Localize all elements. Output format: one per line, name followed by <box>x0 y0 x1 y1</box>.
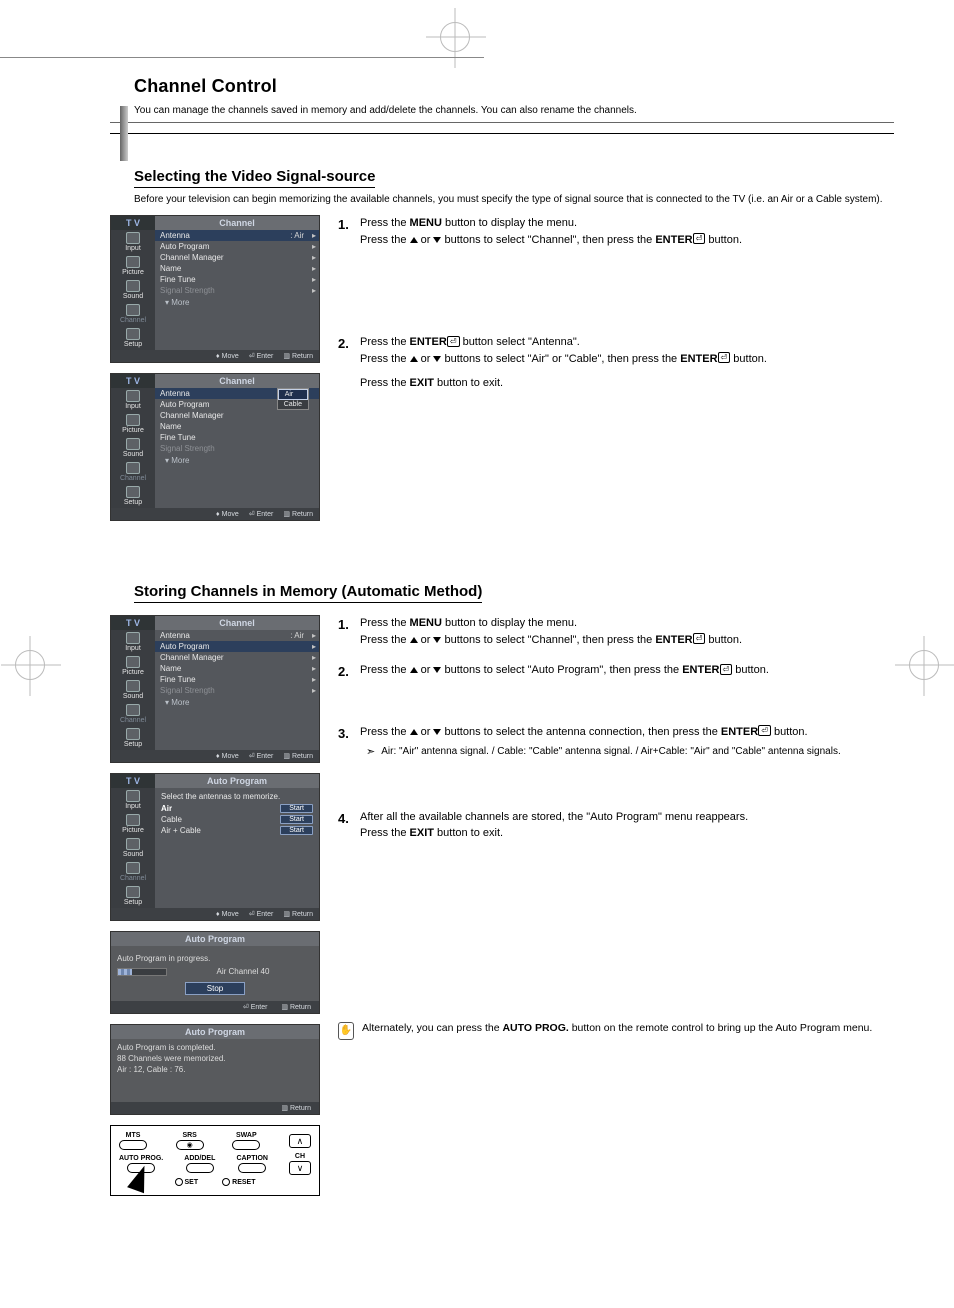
subhead-auto-method: Storing Channels in Memory (Automatic Me… <box>134 583 482 603</box>
step-b3: 3. Press the or buttons to select the an… <box>338 724 894 761</box>
osd-sidebar: Input Picture Sound Channel Setup <box>111 230 155 350</box>
enter-icon: ⏎ <box>693 233 706 244</box>
crop-mark-top <box>440 22 470 52</box>
osd-title: Channel <box>155 216 319 230</box>
stop-button[interactable]: Stop <box>185 982 245 995</box>
osd-autoprog-progress: Auto Program Auto Program in progress. A… <box>110 931 320 1014</box>
subhead-signal-source: Selecting the Video Signal-source <box>134 168 375 188</box>
start-button[interactable]: Start <box>280 804 313 813</box>
subhead-note: Before your television can begin memoriz… <box>134 194 894 205</box>
step-b1: 1. Press the MENU button to display the … <box>338 615 894 648</box>
page-note: You can manage the channels saved in mem… <box>134 105 894 116</box>
note-icon: ➣ <box>366 744 375 761</box>
top-rule <box>0 57 484 58</box>
page-title: Channel Control <box>134 76 894 97</box>
osd-antenna-dropdown: T VChannel Input Picture Sound Channel S… <box>110 373 320 521</box>
note-text: Air: "Air" antenna signal. / Cable: "Cab… <box>381 744 841 761</box>
osd-autoprog-select: T VAuto Program Input Picture Sound Chan… <box>110 773 320 921</box>
osd-tv-label: T V <box>111 216 155 230</box>
ch-down-button[interactable]: ∨ <box>289 1161 311 1175</box>
step-b4: 4. After all the available channels are … <box>338 809 894 842</box>
tip-row: ✋ Alternately, you can press the AUTO PR… <box>338 1022 894 1040</box>
remote-control-snippet: MTS SRS◉ SWAP ∧ AUTO PROG. ADD/DEL CAPTI… <box>110 1125 320 1196</box>
section-side-bar <box>120 106 128 161</box>
progress-bar <box>117 968 167 976</box>
step-b2: 2. Press the or buttons to select "Auto … <box>338 662 894 682</box>
enter-icon: ⏎ <box>447 336 460 347</box>
osd-channel-autoselect: T VChannel Input Picture Sound Channel S… <box>110 615 320 763</box>
osd-main: Antenna: Air▸ Auto Program▸ Channel Mana… <box>155 230 319 350</box>
osd-channel-menu: T VChannel Input Picture Sound Channel S… <box>110 215 320 363</box>
remote-tip-icon: ✋ <box>338 1022 354 1040</box>
up-icon <box>410 237 418 243</box>
step-a2: 2. Press the ENTER⏎ button select "Anten… <box>338 334 894 392</box>
ch-up-button[interactable]: ∧ <box>289 1134 311 1148</box>
osd-autoprog-complete: Auto Program Auto Program is completed. … <box>110 1024 320 1115</box>
section-divider <box>110 133 894 134</box>
step-a1: 1. Press the MENU button to display the … <box>338 215 894 248</box>
title-underline <box>110 122 894 123</box>
